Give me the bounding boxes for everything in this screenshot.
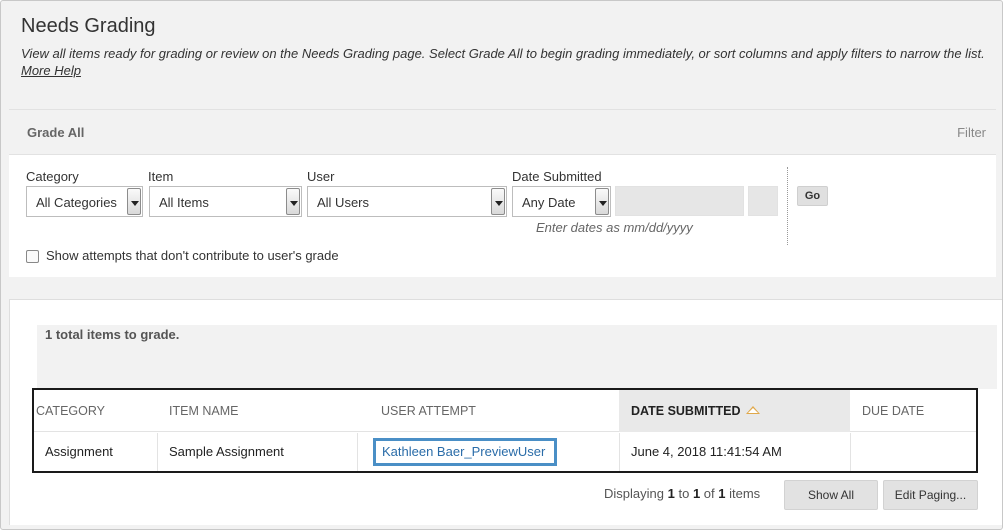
page-description: View all items ready for grading or revi… [21, 46, 985, 61]
dropdown-arrow-icon[interactable] [286, 188, 300, 215]
date-select[interactable]: Any Date [512, 186, 611, 217]
show-all-button[interactable]: Show All [784, 480, 878, 510]
column-header-category[interactable]: CATEGORY [36, 390, 166, 432]
date-submitted-header-label: DATE SUBMITTED [631, 404, 741, 418]
user-label: User [307, 169, 335, 184]
date-format-hint: Enter dates as mm/dd/yyyy [536, 220, 693, 235]
row-item-name: Sample Assignment [158, 433, 358, 471]
paging-summary: Displaying 1 to 1 of 1 items [604, 486, 761, 501]
contribute-checkbox-label: Show attempts that don't contribute to u… [46, 248, 339, 263]
dropdown-arrow-icon[interactable] [491, 188, 505, 215]
filter-divider [787, 167, 788, 245]
edit-paging-button[interactable]: Edit Paging... [883, 480, 978, 510]
contribute-checkbox[interactable] [26, 250, 39, 263]
category-label: Category [26, 169, 79, 184]
filter-panel: Category All Categories Item All Items U… [9, 155, 996, 277]
item-select-value: All Items [159, 195, 209, 210]
total-band: 1 total items to grade. [37, 325, 997, 389]
table-row: Assignment Sample Assignment Kathleen Ba… [34, 433, 976, 471]
date-submitted-label: Date Submitted [512, 169, 602, 184]
table-header: CATEGORY ITEM NAME USER ATTEMPT DATE SUB… [34, 390, 976, 432]
column-header-user-attempt[interactable]: USER ATTEMPT [381, 390, 611, 432]
column-header-date-submitted[interactable]: DATE SUBMITTED [619, 390, 850, 432]
item-select[interactable]: All Items [149, 186, 302, 217]
grade-all-button[interactable]: Grade All [27, 125, 84, 140]
action-toolbar: Grade All Filter [9, 109, 996, 155]
go-button[interactable]: Go [797, 186, 828, 206]
row-date-submitted: June 4, 2018 11:41:54 AM [620, 433, 851, 471]
column-header-item-name[interactable]: ITEM NAME [169, 390, 369, 432]
user-select[interactable]: All Users [307, 186, 507, 217]
category-select-value: All Categories [36, 195, 117, 210]
dropdown-arrow-icon[interactable] [595, 188, 609, 215]
date-start-input[interactable] [615, 186, 744, 216]
filter-toggle[interactable]: Filter [957, 125, 986, 140]
column-header-due-date[interactable]: DUE DATE [862, 390, 972, 432]
user-attempt-link[interactable]: Kathleen Baer_PreviewUser [373, 438, 557, 466]
dropdown-arrow-icon[interactable] [127, 188, 141, 215]
item-label: Item [148, 169, 174, 184]
results-panel: 1 total items to grade. CATEGORY ITEM NA… [9, 299, 1002, 525]
row-due-date [851, 433, 976, 471]
sort-ascending-icon [745, 406, 760, 414]
page-title: Needs Grading [21, 15, 156, 37]
more-help-link[interactable]: More Help [21, 63, 81, 78]
category-select[interactable]: All Categories [26, 186, 143, 217]
total-items-text: 1 total items to grade. [45, 327, 180, 342]
user-select-value: All Users [317, 195, 370, 210]
grading-table: CATEGORY ITEM NAME USER ATTEMPT DATE SUB… [32, 388, 978, 473]
date-end-input[interactable] [748, 186, 778, 216]
row-category: Assignment [34, 433, 158, 471]
needs-grading-page: Needs Grading View all items ready for g… [0, 0, 1003, 530]
date-select-value: Any Date [522, 195, 576, 210]
